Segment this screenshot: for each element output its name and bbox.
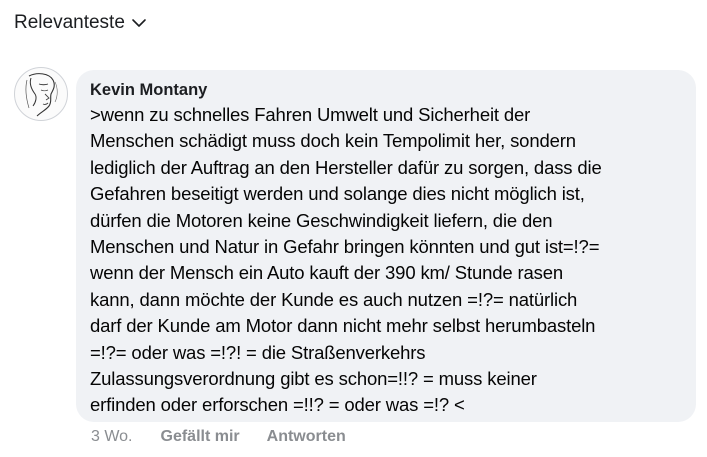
sort-dropdown[interactable]: Relevanteste bbox=[14, 12, 147, 34]
comment-text: >wenn zu schnelles Fahren Umwelt und Sic… bbox=[90, 104, 602, 416]
chevron-down-icon bbox=[131, 15, 147, 31]
sort-label: Relevanteste bbox=[14, 12, 125, 33]
profile-sketch-icon bbox=[25, 73, 58, 117]
comment-author[interactable]: Kevin Montany bbox=[90, 80, 682, 100]
avatar[interactable] bbox=[14, 67, 68, 121]
like-button[interactable]: Gefällt mir bbox=[161, 428, 240, 446]
comment-timestamp[interactable]: 3 Wo. bbox=[91, 428, 133, 446]
comment-actions: 3 Wo. Gefällt mir Antworten bbox=[91, 428, 373, 446]
reply-button[interactable]: Antworten bbox=[267, 428, 346, 446]
comment-bubble: Kevin Montany >wenn zu schnelles Fahren … bbox=[76, 70, 696, 422]
